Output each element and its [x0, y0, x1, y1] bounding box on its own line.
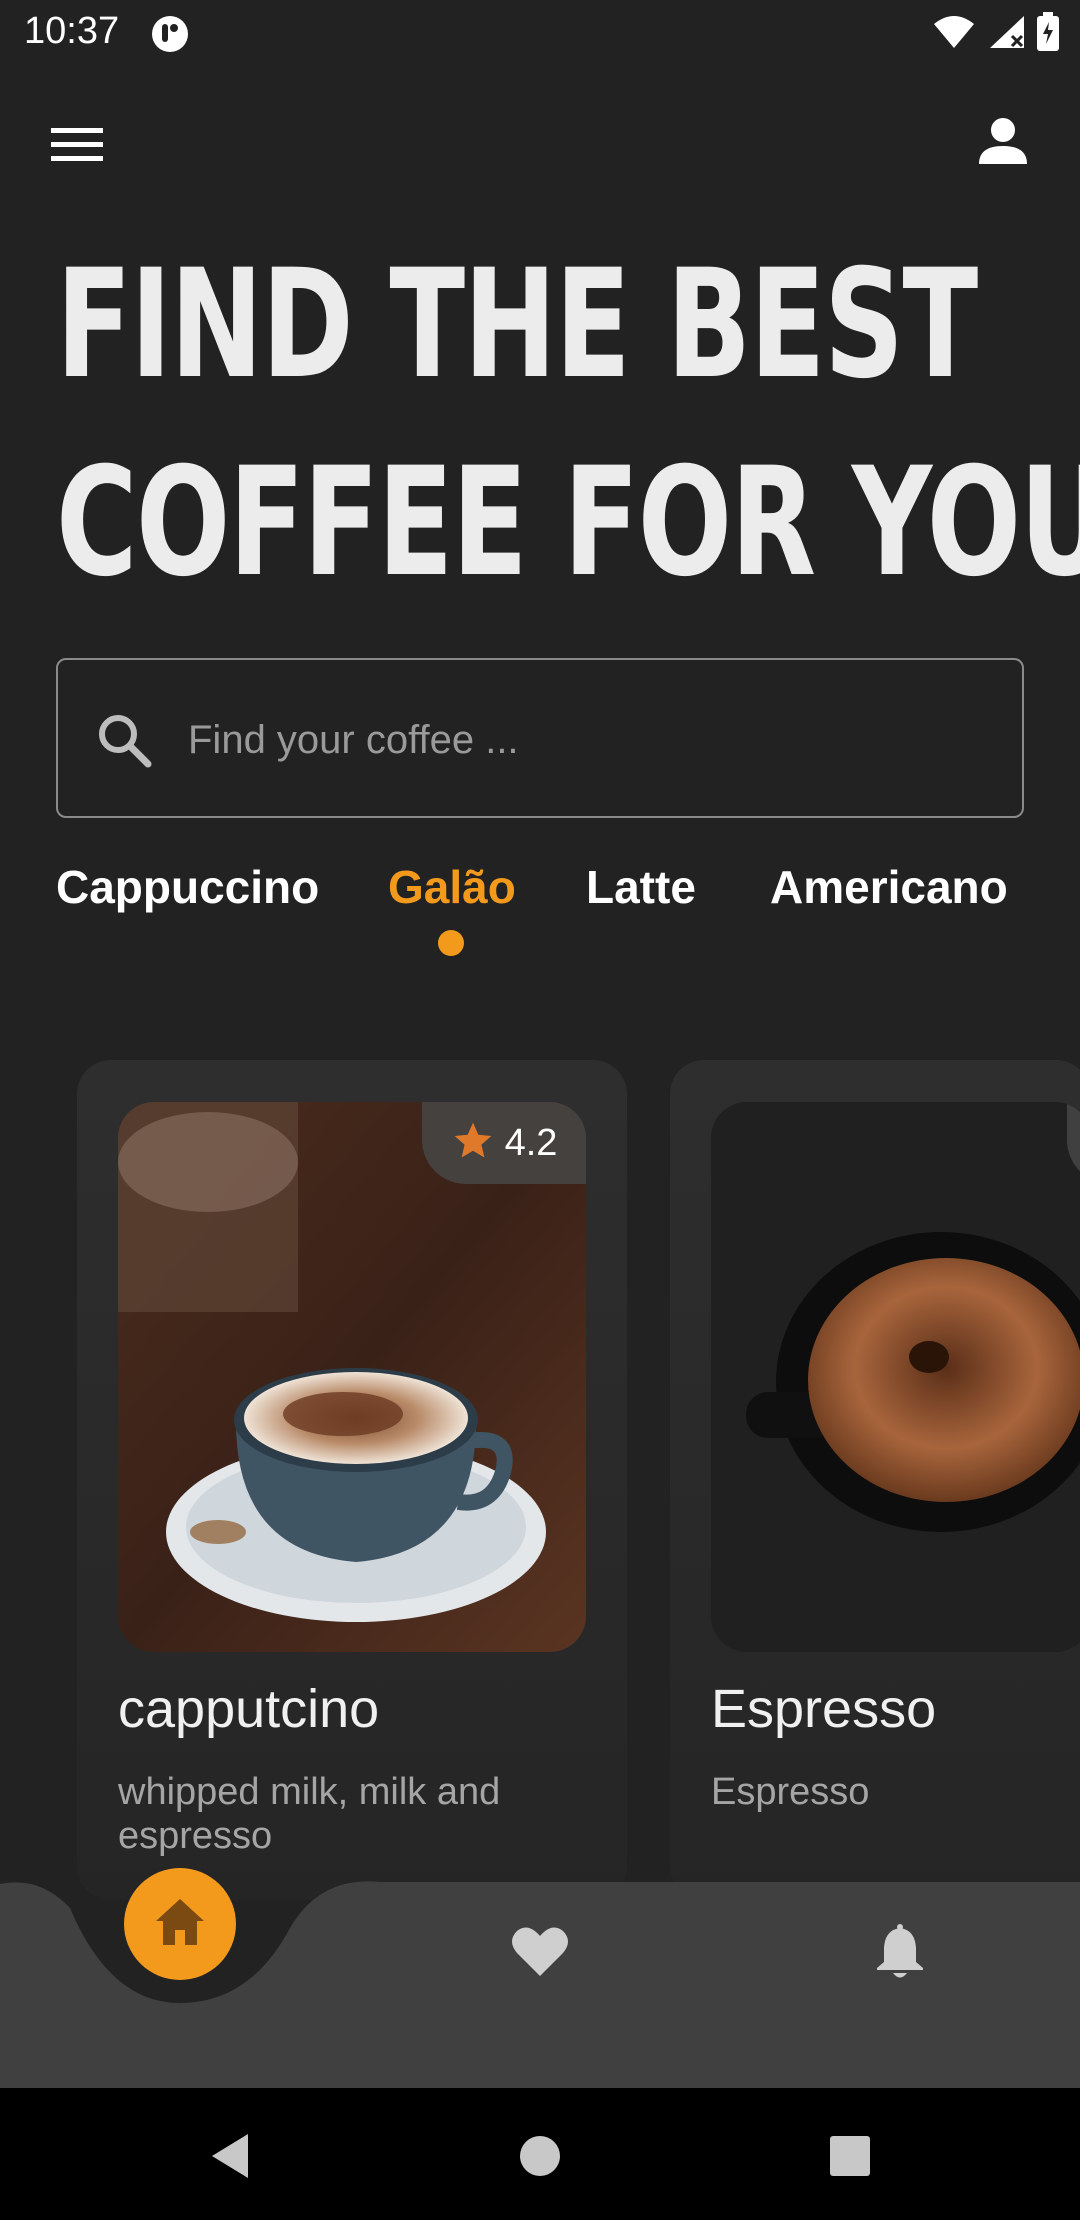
card-title: capputcino [118, 1679, 380, 1739]
menu-button[interactable] [40, 110, 114, 184]
tab-latte[interactable]: Latte [586, 860, 696, 914]
cappuccino-photo: 4.2 [118, 1102, 586, 1652]
hamburger-menu-icon [51, 126, 103, 169]
coffee-card-capputcino[interactable]: 4.2 capputcino whipped milk, milk and es… [77, 1060, 627, 1900]
search-box[interactable] [56, 658, 1024, 818]
search-icon [96, 712, 152, 768]
nav-notifications-button[interactable] [864, 1918, 936, 1990]
headline: FIND THE BEST COFFEE FOR YOU [56, 226, 1080, 622]
wifi-icon [932, 14, 976, 55]
espresso-photo [711, 1102, 1080, 1652]
status-bar: 10:37 [0, 0, 1080, 66]
signal-icon [986, 14, 1026, 55]
rating-badge: 4.2 [422, 1102, 586, 1184]
status-time: 10:37 [24, 10, 120, 52]
bell-icon [875, 1923, 925, 1985]
nav-favorites-button[interactable] [504, 1918, 576, 1990]
card-description: whipped milk, milk and espresso [118, 1771, 501, 1857]
headline-line-2: COFFEE FOR YOU [56, 436, 1080, 610]
recents-square-icon [829, 2135, 871, 2182]
card-description: Espresso [711, 1771, 870, 1813]
coffee-card-espresso[interactable]: Espresso Espresso [670, 1060, 1080, 1900]
system-back-button[interactable] [200, 2128, 260, 2188]
headline-line-1: FIND THE BEST [56, 238, 978, 412]
home-icon [154, 1897, 206, 1952]
back-triangle-icon [208, 2131, 252, 2186]
tab-galao[interactable]: Galão [388, 860, 516, 914]
active-tab-indicator [438, 930, 464, 956]
tab-cappuccino[interactable]: Cappuccino [56, 860, 319, 914]
battery-icon [1036, 12, 1060, 57]
system-home-button[interactable] [510, 2128, 570, 2188]
star-icon [451, 1119, 495, 1168]
person-icon [978, 116, 1028, 171]
profile-button[interactable] [966, 106, 1040, 180]
search-input[interactable] [188, 700, 988, 780]
system-navigation-bar [0, 2088, 1080, 2220]
tab-americano[interactable]: Americano [770, 860, 1008, 914]
card-title: Espresso [711, 1679, 937, 1739]
system-recents-button[interactable] [820, 2128, 880, 2188]
status-icons [932, 12, 1060, 57]
home-circle-icon [518, 2134, 562, 2183]
rating-value: 4.2 [504, 1121, 558, 1164]
app-notification-icon [150, 14, 190, 59]
category-tabs: Cappuccino Galão Latte Americano [56, 860, 1036, 970]
heart-icon [511, 1926, 569, 1983]
nav-home-button[interactable] [124, 1868, 236, 1980]
